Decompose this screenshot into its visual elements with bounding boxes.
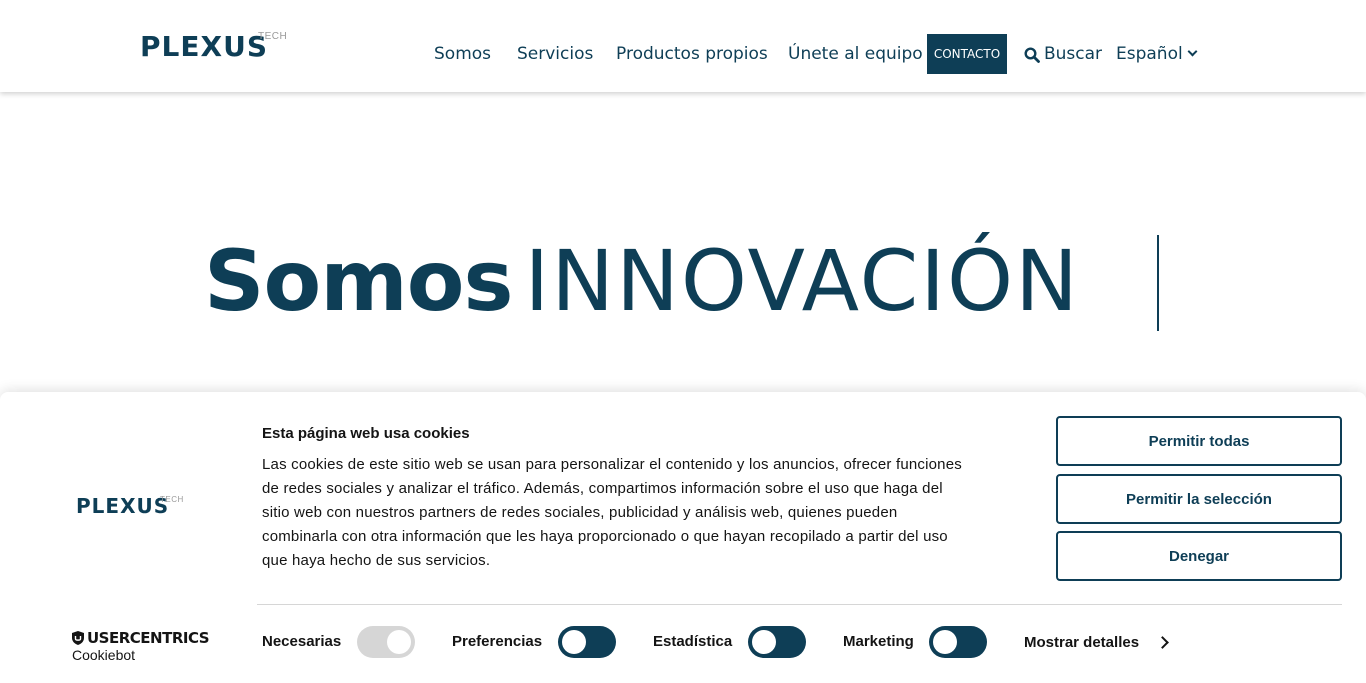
cookie-body: Las cookies de este sitio web se usan pa… <box>262 453 1012 573</box>
language-label: Español <box>1116 44 1183 64</box>
usercentrics-name: USERCENTRICS <box>72 629 210 647</box>
hero-bold-text: Somos <box>204 232 513 330</box>
search-link[interactable]: Buscar <box>1044 44 1102 64</box>
site-header: PLEXUS TECH Somos Servicios Productos pr… <box>0 0 1366 92</box>
cookie-body-line: de redes sociales y analizar el tráfico.… <box>262 480 943 497</box>
contact-button[interactable]: CONTACTO <box>927 34 1007 74</box>
cookie-plexus-logo: PLEXUS TECH <box>76 492 196 522</box>
chevron-down-icon <box>1187 46 1198 57</box>
deny-button[interactable]: Denegar <box>1056 531 1342 581</box>
toggle-knob <box>387 630 411 654</box>
cookie-divider <box>257 604 1342 605</box>
usercentrics-brand[interactable]: USERCENTRICS Cookiebot <box>72 629 210 663</box>
nav-item-servicios[interactable]: Servicios <box>517 44 593 64</box>
cookie-body-line: que haya hecho de sus servicios. <box>262 552 491 569</box>
allow-selection-button[interactable]: Permitir la selección <box>1056 474 1342 524</box>
cookie-logo-sub: TECH <box>160 495 184 504</box>
usercentrics-label: USERCENTRICS <box>87 629 210 647</box>
search-icon[interactable] <box>1024 47 1040 63</box>
allow-all-button[interactable]: Permitir todas <box>1056 416 1342 466</box>
toggle-label-preferencias: Preferencias <box>452 633 543 650</box>
toggle-knob <box>752 630 776 654</box>
nav-item-somos[interactable]: Somos <box>434 44 491 64</box>
logo-text: PLEXUS <box>140 30 268 63</box>
toggle-necesarias <box>357 626 415 658</box>
hero-light-text: INNOVACIÓN <box>524 232 1080 330</box>
cookie-logo-text: PLEXUS <box>76 494 170 518</box>
nav-item-unete[interactable]: Únete al equipo <box>788 44 923 64</box>
plexus-logo[interactable]: PLEXUS TECH <box>140 28 290 68</box>
shield-icon <box>72 631 84 645</box>
nav-item-productos[interactable]: Productos propios <box>616 44 768 64</box>
toggle-knob <box>933 630 957 654</box>
toggle-label-estadistica: Estadística <box>653 633 733 650</box>
cookie-title: Esta página web usa cookies <box>262 425 470 442</box>
toggle-preferencias[interactable] <box>558 626 616 658</box>
cookie-body-line: sitio web con nuestros partners de redes… <box>262 504 898 521</box>
chevron-right-icon[interactable] <box>1156 636 1169 649</box>
cookie-banner: PLEXUS TECH Esta página web usa cookies … <box>0 392 1366 683</box>
cookie-body-line: Las cookies de este sitio web se usan pa… <box>262 456 962 473</box>
toggle-marketing[interactable] <box>929 626 987 658</box>
toggle-label-necesarias: Necesarias <box>262 633 342 650</box>
show-details-link[interactable]: Mostrar detalles <box>1024 634 1139 651</box>
logo-sub: TECH <box>258 31 288 42</box>
toggle-label-marketing: Marketing <box>843 633 914 650</box>
cookiebot-label: Cookiebot <box>72 647 136 663</box>
language-selector[interactable]: Español <box>1116 44 1198 64</box>
cookie-body-line: combinarla con otra información que les … <box>262 528 948 545</box>
typing-caret <box>1157 235 1159 331</box>
toggle-knob <box>562 630 586 654</box>
toggle-estadistica[interactable] <box>748 626 806 658</box>
hero-heading: Somos INNOVACIÓN <box>204 232 1080 332</box>
